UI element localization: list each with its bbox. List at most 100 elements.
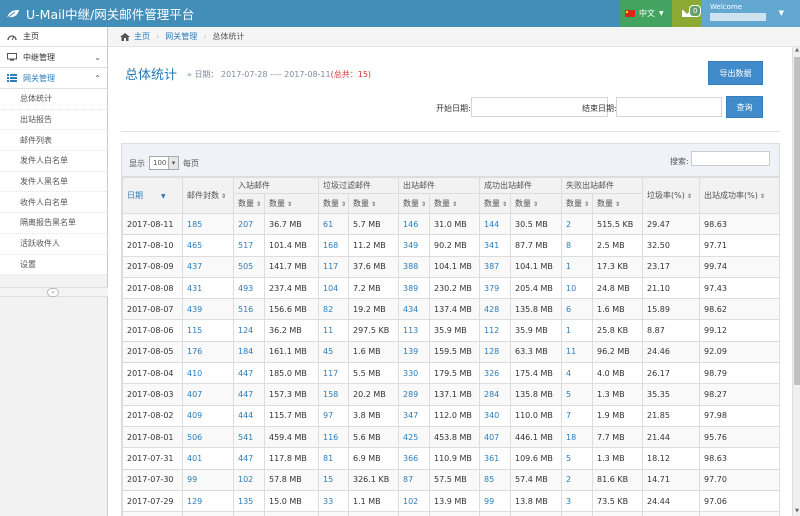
table-cell[interactable]: 326 (479, 362, 511, 385)
table-cell[interactable]: 5 (561, 447, 593, 470)
table-cell[interactable]: 81 (318, 447, 349, 470)
table-cell[interactable]: 168 (318, 234, 349, 257)
table-cell[interactable]: 366 (398, 447, 430, 470)
sidebar-subitem[interactable]: 发件人白名单 (0, 151, 107, 172)
table-cell[interactable]: 61 (318, 212, 349, 236)
table-cell[interactable]: 493 (233, 276, 265, 300)
language-dropdown[interactable]: 中文 ▼ (620, 0, 671, 27)
table-cell[interactable]: 8 (561, 234, 593, 257)
table-cell[interactable]: 146 (398, 212, 430, 236)
table-cell[interactable]: 15 (318, 468, 349, 491)
table-cell[interactable]: 11 (561, 340, 593, 364)
table-cell[interactable]: 4 (561, 362, 593, 385)
sidebar-subitem[interactable]: 隔离报告黑名单 (0, 213, 107, 234)
export-data-button[interactable]: 导出数据 (708, 61, 763, 85)
table-cell[interactable]: 6 (561, 298, 593, 321)
user-menu[interactable]: Welcome ▼ (702, 0, 800, 27)
table-cell[interactable]: 33 (318, 489, 349, 513)
table-cell[interactable]: 258 (479, 511, 511, 516)
scroll-down-arrow-icon[interactable]: ▼ (793, 508, 800, 516)
table-cell[interactable]: 85 (479, 468, 511, 491)
table-cell[interactable]: 10 (561, 511, 593, 516)
table-cell[interactable]: 124 (233, 319, 265, 342)
scroll-up-arrow-icon[interactable]: ▲ (793, 47, 800, 55)
table-cell[interactable]: 112 (479, 319, 511, 342)
table-cell[interactable]: 97 (318, 404, 349, 427)
table-cell[interactable]: 447 (233, 447, 265, 470)
table-cell[interactable]: 113 (318, 511, 349, 516)
table-cell[interactable]: 425 (398, 425, 430, 449)
column-header-out-success-rate[interactable]: 出站成功率(%) ⇕ (699, 177, 779, 214)
column-header-spam-rate[interactable]: 垃圾率(%) ⇕ (642, 177, 700, 214)
sidebar-collapse-bar[interactable]: « (0, 287, 108, 297)
table-cell[interactable]: 129 (182, 489, 234, 513)
column-subheader-count[interactable]: 数量 ⇕ (561, 193, 593, 214)
page-scrollbar[interactable]: ▲ ▼ (792, 47, 800, 516)
column-subheader-size[interactable]: 数量 ⇕ (429, 193, 480, 214)
table-cell[interactable]: 5 (561, 383, 593, 406)
table-cell[interactable]: 207 (233, 212, 265, 236)
table-cell[interactable]: 361 (479, 447, 511, 470)
table-cell[interactable]: 135 (233, 489, 265, 513)
table-cell[interactable]: 465 (182, 234, 234, 257)
column-subheader-size[interactable]: 数量 ⇕ (264, 193, 319, 214)
table-cell[interactable]: 516 (233, 298, 265, 321)
column-subheader-count[interactable]: 数量 ⇕ (398, 193, 430, 214)
table-cell[interactable]: 268 (398, 511, 430, 516)
table-cell[interactable]: 410 (182, 362, 234, 385)
column-subheader-size[interactable]: 数量 ⇕ (510, 193, 562, 214)
table-cell[interactable]: 45 (318, 340, 349, 364)
table-cell[interactable]: 1 (561, 319, 593, 342)
table-cell[interactable]: 1 (561, 255, 593, 278)
table-cell[interactable]: 18 (561, 425, 593, 449)
sidebar-subitem[interactable]: 总体统计 (0, 89, 107, 110)
table-cell[interactable]: 158 (318, 383, 349, 406)
double-chevron-left-icon[interactable]: « (47, 288, 59, 297)
table-cell[interactable]: 115 (182, 319, 234, 342)
sidebar-item-home[interactable]: 主页 (0, 27, 107, 47)
table-cell[interactable]: 99 (479, 489, 511, 513)
table-cell[interactable]: 506 (182, 425, 234, 449)
breadcrumb-section-link[interactable]: 网关管理 (165, 31, 197, 42)
table-cell[interactable]: 284 (479, 383, 511, 406)
sidebar-subitem[interactable]: 设置 (0, 255, 107, 276)
table-cell[interactable]: 340 (479, 404, 511, 427)
table-cell[interactable]: 349 (398, 234, 430, 257)
sidebar-subitem[interactable]: 邮件列表 (0, 130, 107, 152)
table-cell[interactable]: 434 (398, 298, 430, 321)
query-button[interactable]: 查询 (726, 96, 763, 118)
table-cell[interactable]: 437 (182, 255, 234, 278)
sidebar-item-relay[interactable]: 中继管理 ⌄ (0, 47, 107, 68)
table-cell[interactable]: 428 (479, 298, 511, 321)
table-cell[interactable]: 431 (182, 276, 234, 300)
table-cell[interactable]: 144 (479, 212, 511, 236)
table-cell[interactable]: 505 (233, 255, 265, 278)
table-cell[interactable]: 388 (398, 255, 430, 278)
table-cell[interactable]: 387 (479, 255, 511, 278)
table-cell[interactable]: 176 (182, 340, 234, 364)
table-cell[interactable]: 341 (479, 234, 511, 257)
column-subheader-count[interactable]: 数量 ⇕ (479, 193, 511, 214)
column-subheader-count[interactable]: 数量 ⇕ (318, 193, 349, 214)
table-cell[interactable]: 10 (561, 276, 593, 300)
table-cell[interactable]: 82 (318, 298, 349, 321)
column-subheader-count[interactable]: 数量 ⇕ (233, 193, 265, 214)
column-header-mail-count[interactable]: 邮件封数 ⇕ (182, 177, 234, 214)
table-cell[interactable]: 541 (233, 425, 265, 449)
table-cell[interactable]: 401 (182, 447, 234, 470)
table-cell[interactable]: 289 (398, 383, 430, 406)
table-cell[interactable]: 87 (398, 468, 430, 491)
table-cell[interactable]: 117 (318, 362, 349, 385)
table-cell[interactable]: 389 (398, 276, 430, 300)
table-cell[interactable]: 184 (233, 340, 265, 364)
table-cell[interactable]: 116 (318, 425, 349, 449)
table-cell[interactable]: 2 (561, 468, 593, 491)
brand[interactable]: U-Mail中继/网关邮件管理平台 (6, 4, 194, 23)
table-cell[interactable]: 139 (398, 340, 430, 364)
table-cell[interactable]: 7 (561, 404, 593, 427)
column-subheader-size[interactable]: 数量 ⇕ (592, 193, 643, 214)
table-cell[interactable]: 444 (233, 404, 265, 427)
mail-button[interactable]: 0 (672, 0, 702, 27)
table-cell[interactable]: 117 (318, 255, 349, 278)
table-cell[interactable]: 379 (479, 276, 511, 300)
